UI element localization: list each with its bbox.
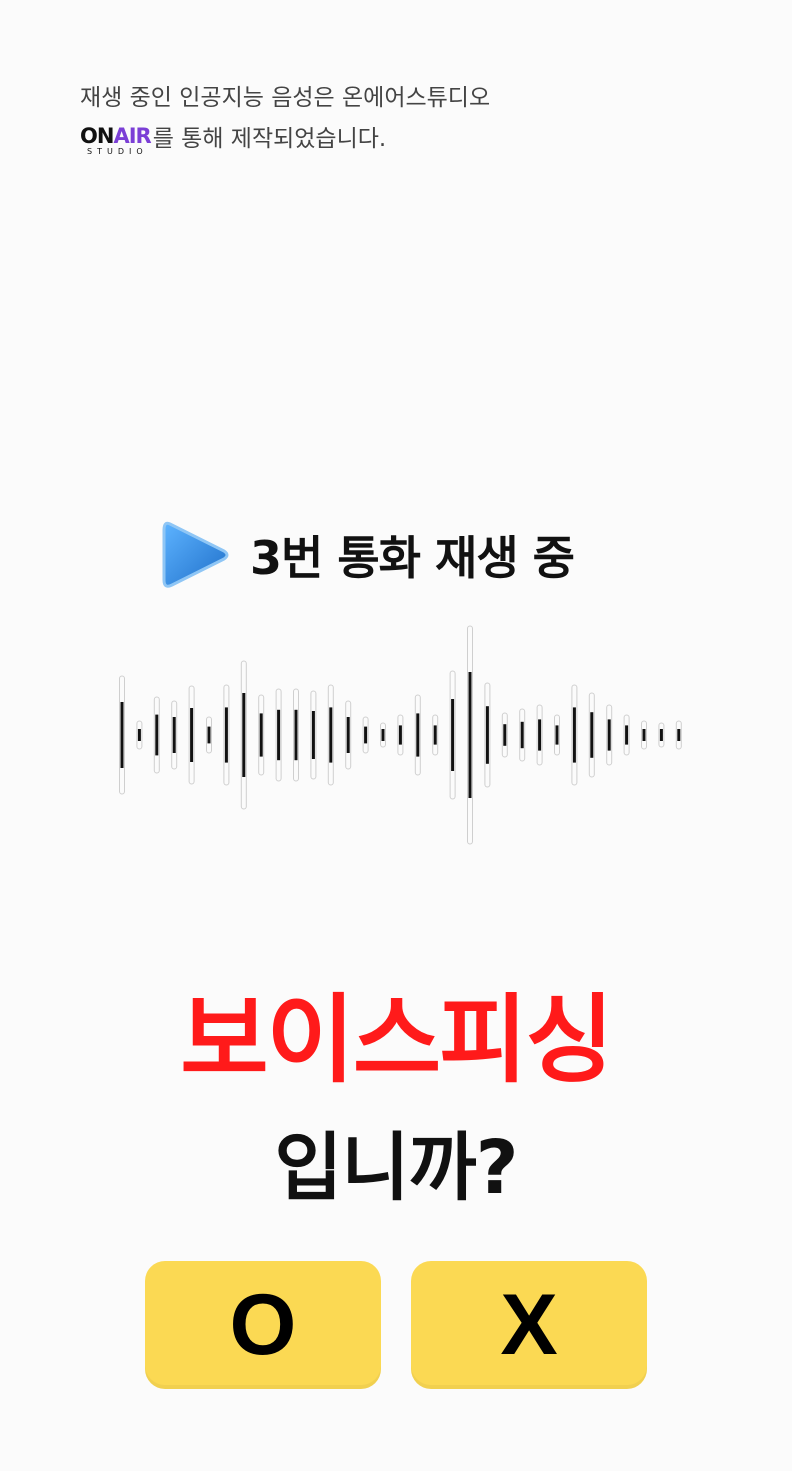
wave-bar xyxy=(294,709,298,761)
wave-bar xyxy=(120,702,124,768)
notice-text-2: 를 통해 제작되었습니다. xyxy=(152,126,387,152)
wave-bar xyxy=(277,709,281,761)
answer-o-button[interactable]: O xyxy=(145,1261,381,1389)
play-icon xyxy=(162,521,229,588)
wave-bar xyxy=(416,713,420,757)
wave-bar xyxy=(398,725,402,745)
wave-bar xyxy=(346,717,350,753)
notice-text-1: 재생 중인 인공지능 음성은 온에어스튜디오 xyxy=(80,85,491,111)
wave-bar xyxy=(572,707,576,763)
wave-bar xyxy=(555,725,559,745)
wave-bar xyxy=(433,725,437,745)
wave-bar xyxy=(503,724,507,746)
wave-bar xyxy=(190,708,194,762)
wave-bar xyxy=(329,707,333,763)
onair-studio-logo: ONAIR STUDIO xyxy=(80,123,152,156)
playback-status-text: 3번 통화 재생 중 xyxy=(250,531,575,585)
wave-bar xyxy=(520,721,524,749)
wave-bar xyxy=(607,719,611,751)
wave-bar xyxy=(137,729,141,741)
ai-voice-notice: 재생 중인 인공지능 음성은 온에어스튜디오 ONAIR STUDIO 를 통해… xyxy=(80,78,490,160)
wave-bar xyxy=(642,729,646,741)
question-keyword: 보이스피싱 xyxy=(180,984,614,1096)
wave-bar xyxy=(172,717,176,753)
wave-bar xyxy=(677,729,681,741)
wave-bar xyxy=(155,714,159,756)
wave-bar xyxy=(242,693,246,777)
wave-bar xyxy=(659,729,663,741)
wave-bar xyxy=(468,672,472,798)
playback-status: 3번 통화 재생 중 xyxy=(160,518,575,592)
audio-waveform xyxy=(119,625,682,845)
wave-bar xyxy=(364,726,368,744)
wave-bar xyxy=(259,713,263,757)
wave-bar xyxy=(311,711,315,759)
answer-x-button[interactable]: X xyxy=(411,1261,647,1389)
wave-bar xyxy=(590,712,594,758)
question-suffix: 입니까? xyxy=(274,1125,518,1211)
wave-bar xyxy=(538,719,542,751)
wave-bar xyxy=(625,725,629,745)
wave-bar xyxy=(451,699,455,771)
notice-line-1: 재생 중인 인공지능 음성은 온에어스튜디오 xyxy=(80,78,490,119)
notice-line-2: ONAIR STUDIO 를 통해 제작되었습니다. xyxy=(80,119,490,160)
wave-bar xyxy=(381,729,385,741)
wave-bar xyxy=(207,726,211,744)
wave-bar xyxy=(485,706,489,764)
wave-bar xyxy=(224,707,228,763)
